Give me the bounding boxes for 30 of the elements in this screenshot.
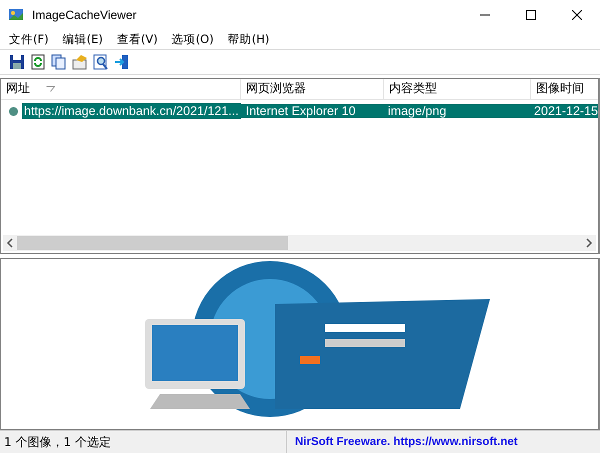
table-cell: Internet Explorer 10 <box>246 104 356 118</box>
find-icon[interactable] <box>92 53 109 70</box>
column-header[interactable]: 网址 <box>1 78 241 99</box>
copy-icon[interactable] <box>50 53 67 70</box>
column-header[interactable]: 图像时间 <box>531 78 598 99</box>
table-cell: https://image.downbank.cn/2021/121... <box>22 103 241 120</box>
table-cell: image/png <box>388 104 446 118</box>
scroll-left-icon[interactable] <box>6 238 14 248</box>
menu-item[interactable]: 编辑(E) <box>56 32 110 47</box>
menu-item[interactable]: 查看(V) <box>110 32 165 47</box>
properties-icon[interactable] <box>71 53 88 70</box>
app-icon <box>8 7 24 23</box>
save-icon[interactable] <box>8 53 25 70</box>
scroll-right-icon[interactable] <box>585 238 593 248</box>
menu-item[interactable]: 文件(F) <box>2 32 56 47</box>
window-title: ImageCacheViewer <box>32 8 138 22</box>
menu-item[interactable]: 帮助(H) <box>220 32 276 47</box>
exit-icon[interactable] <box>113 53 130 70</box>
menu-item[interactable]: 选项(O) <box>164 32 221 47</box>
maximize-icon[interactable] <box>526 10 536 20</box>
column-header[interactable]: 内容类型 <box>384 78 531 99</box>
website-link[interactable]: NirSoft Freeware. https://www.nirsoft.net <box>295 436 518 448</box>
horizontal-scrollbar[interactable] <box>3 235 596 252</box>
refresh-icon[interactable] <box>29 53 46 70</box>
status-dot-icon <box>9 106 18 116</box>
close-icon[interactable] <box>572 10 582 20</box>
table-cell: 2021-12-15 <box>534 104 598 118</box>
column-header[interactable]: 网页浏览器 <box>241 78 384 99</box>
status-text: 1 个图像，1 个选定 <box>3 434 112 451</box>
table-row[interactable]: https://image.downbank.cn/2021/121... Internet Explorer 10 image/png 2021-12-15 <box>1 102 598 121</box>
